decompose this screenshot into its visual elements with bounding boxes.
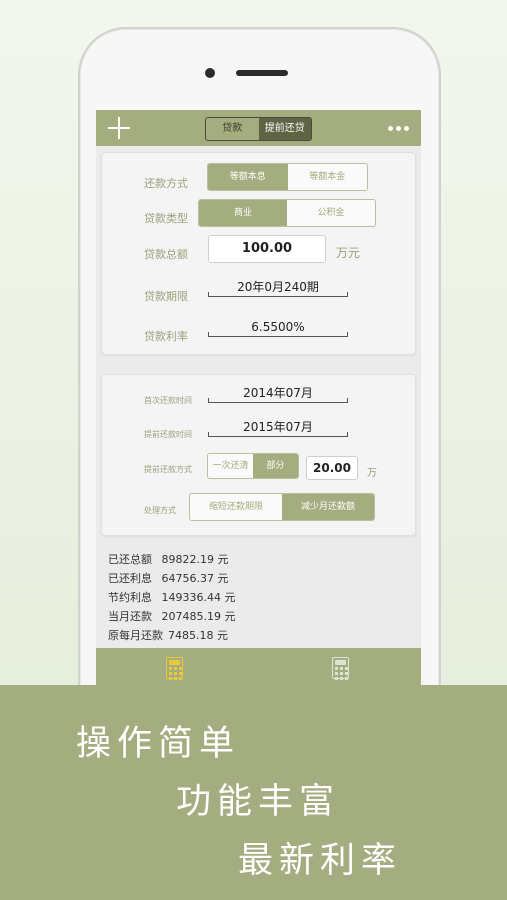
option-shorten-term[interactable]: 缩短还款期限 — [190, 494, 282, 520]
result-value: 207485.19 元 — [161, 610, 236, 623]
handling-segment: 缩短还款期限 减少月还款额 — [189, 493, 375, 521]
calculator-icon[interactable] — [166, 657, 183, 680]
result-row: 已还总额 89822.19 元 — [108, 550, 235, 569]
more-dots-icon[interactable] — [388, 126, 409, 131]
option-reduce-payment[interactable]: 减少月还款额 — [282, 494, 374, 520]
loan-rate-picker[interactable]: 6.5500% — [208, 319, 348, 337]
loan-type-label: 贷款类型 — [144, 212, 188, 225]
option-provident-fund[interactable]: 公积金 — [287, 200, 375, 226]
result-value: 89822.19 元 — [161, 553, 229, 566]
mode-segmented-control: 贷款 提前还贷 — [205, 117, 312, 141]
loan-total-unit: 万元 — [336, 246, 361, 260]
promo-banner: 操作简单 功能丰富 最新利率 — [0, 685, 507, 900]
slogan-latest-rate: 最新利率 — [238, 841, 403, 881]
tab-prepay[interactable]: 提前还贷 — [258, 118, 311, 140]
loan-total-label: 贷款总额 — [144, 248, 188, 261]
result-key: 已还利息 — [108, 572, 152, 585]
result-row: 原每月还款 7485.18 元 — [108, 626, 235, 645]
prepay-amount-unit: 万 — [367, 468, 377, 479]
option-equal-principal[interactable]: 等额本金 — [288, 164, 368, 190]
result-value: 7485.18 元 — [168, 629, 228, 642]
result-key: 当月还款 — [108, 610, 152, 623]
plus-icon[interactable] — [108, 117, 130, 139]
prepay-panel: 首次还款时间 2014年07月 提前还款时间 2015年07月 提前还款方式 一… — [101, 374, 416, 536]
prepay-amount-input[interactable]: 20.00 — [306, 456, 358, 480]
slogan-simple: 操作简单 — [76, 724, 241, 764]
first-date-picker[interactable]: 2014年07月 — [208, 385, 348, 403]
option-pay-off[interactable]: 一次还清 — [208, 454, 253, 478]
camera-icon — [205, 68, 215, 78]
speaker-grille — [236, 70, 288, 76]
loan-total-input[interactable]: 100.00 — [208, 235, 326, 263]
tab-loan[interactable]: 贷款 — [206, 118, 259, 140]
nav-bar: 贷款 提前还贷 — [96, 110, 421, 146]
app-screen: 贷款 提前还贷 还款方式 等额本息 等额本金 贷款类型 商业 公积金 贷款总额 … — [96, 110, 421, 686]
loan-panel: 还款方式 等额本息 等额本金 贷款类型 商业 公积金 贷款总额 100.00 万… — [101, 152, 416, 355]
loan-term-label: 贷款期限 — [144, 290, 188, 303]
slogan-features: 功能丰富 — [176, 782, 341, 822]
result-key: 已还总额 — [108, 553, 152, 566]
result-value: 149336.44 元 — [161, 591, 236, 604]
result-key: 节约利息 — [108, 591, 152, 604]
result-value: 64756.37 元 — [161, 572, 229, 585]
repay-method-segment: 等额本息 等额本金 — [207, 163, 368, 191]
results-list: 已还总额 89822.19 元 已还利息 64756.37 元 节约利息 149… — [108, 550, 235, 645]
loan-rate-label: 贷款利率 — [144, 330, 188, 343]
option-commercial[interactable]: 商业 — [199, 200, 287, 226]
result-row: 节约利息 149336.44 元 — [108, 588, 235, 607]
handling-label: 处理方式 — [144, 506, 176, 515]
prepay-date-picker[interactable]: 2015年07月 — [208, 419, 348, 437]
option-equal-installment[interactable]: 等额本息 — [208, 164, 288, 190]
result-row: 当月还款 207485.19 元 — [108, 607, 235, 626]
result-row: 已还利息 64756.37 元 — [108, 569, 235, 588]
result-key: 原每月还款 — [108, 629, 163, 642]
tab-bar — [96, 648, 421, 686]
option-partial[interactable]: 部分 — [253, 454, 298, 478]
repay-method-label: 还款方式 — [144, 177, 188, 190]
calculator-icon[interactable] — [332, 657, 349, 680]
prepay-method-label: 提前还款方式 — [144, 465, 192, 474]
first-date-label: 首次还款时间 — [144, 396, 192, 405]
prepay-date-label: 提前还款时间 — [144, 430, 192, 439]
loan-term-picker[interactable]: 20年0月240期 — [208, 279, 348, 297]
loan-type-segment: 商业 公积金 — [198, 199, 376, 227]
prepay-method-segment: 一次还清 部分 — [207, 453, 299, 479]
